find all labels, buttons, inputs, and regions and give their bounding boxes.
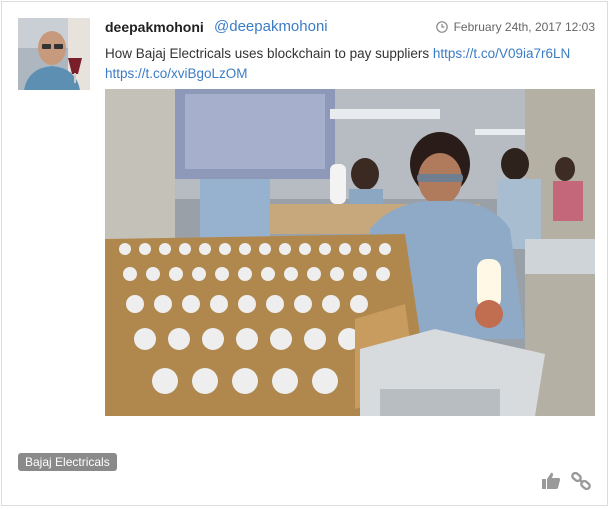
username[interactable]: deepakmohoni — [105, 19, 204, 35]
user-handle-link[interactable]: @deepakmohoni — [214, 18, 328, 35]
tweet-card: deepakmohoni @deepakmohoni February 24th… — [1, 1, 608, 506]
post-header: deepakmohoni @deepakmohoni February 24th… — [105, 18, 595, 38]
link-icon[interactable] — [571, 472, 591, 490]
tweet-link-1[interactable]: https://t.co/V09ia7r6LN — [433, 46, 570, 61]
timestamp[interactable]: February 24th, 2017 12:03 — [435, 20, 595, 34]
thumbs-up-icon[interactable] — [541, 472, 561, 490]
tweet-photo[interactable] — [105, 89, 595, 416]
avatar[interactable] — [18, 18, 90, 90]
tweet-body: How Bajaj Electricals uses blockchain to… — [105, 46, 433, 61]
post-actions — [541, 472, 591, 490]
clock-icon — [435, 21, 448, 33]
timestamp-text: February 24th, 2017 12:03 — [453, 20, 595, 34]
tweet-link-2[interactable]: https://t.co/xviBgoLzOM — [105, 66, 248, 81]
tweet-text: How Bajaj Electricals uses blockchain to… — [105, 44, 595, 84]
tag-badge[interactable]: Bajaj Electricals — [18, 453, 117, 471]
